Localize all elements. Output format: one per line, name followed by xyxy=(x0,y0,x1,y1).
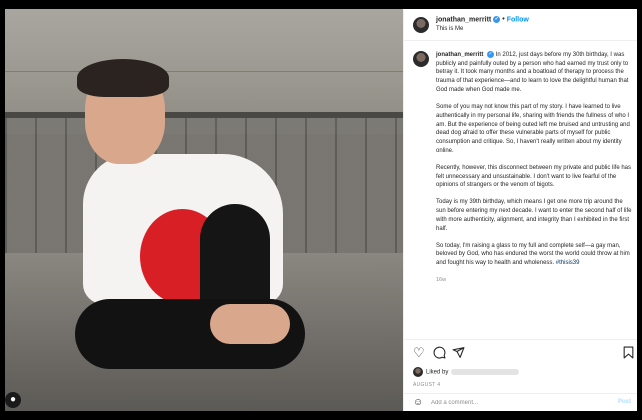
separator-dot: • xyxy=(502,16,505,24)
verified-badge-icon: ✓ xyxy=(493,16,501,23)
user-tag-icon[interactable]: ● xyxy=(5,392,21,408)
caption-paragraph-1: In 2012, just days before my 30th birthd… xyxy=(436,52,629,93)
caption-avatar[interactable] xyxy=(413,51,429,67)
liker-avatar[interactable] xyxy=(413,367,423,377)
heart-icon[interactable]: ♡ xyxy=(413,346,425,359)
emoji-icon[interactable]: ☺ xyxy=(413,397,423,408)
author-avatar[interactable] xyxy=(413,17,429,33)
author-username[interactable]: jonathan_merritt xyxy=(436,16,491,23)
bookmark-icon[interactable] xyxy=(623,346,634,361)
caption-paragraph-5: So today, I'm raising a glass to my full… xyxy=(436,242,630,267)
post-date: AUGUST 4 xyxy=(413,382,441,388)
caption-paragraph-2: Some of you may not know this part of my… xyxy=(436,104,630,154)
post-subtitle: This is Me xyxy=(436,26,464,32)
comment-icon[interactable] xyxy=(433,346,446,361)
comment-input[interactable] xyxy=(431,398,611,408)
caption-paragraph-3: Recently, however, this disconnect betwe… xyxy=(436,164,631,189)
post-modal: ● jonathan_merritt ✓ • Follow This is Me jo… xyxy=(5,9,637,411)
post-header: jonathan_merritt ✓ • Follow This is Me xyxy=(404,9,637,41)
post-photo[interactable]: ● xyxy=(5,9,403,411)
caption-username[interactable]: jonathan_merritt xyxy=(436,52,483,58)
share-icon[interactable] xyxy=(452,346,465,361)
photo-person-hair xyxy=(77,59,169,97)
hashtag-link[interactable]: #thisis39 xyxy=(556,260,580,266)
comment-bar: ☺ Post xyxy=(404,393,637,411)
liked-by-line: Liked by xyxy=(413,367,520,377)
author-line: jonathan_merritt ✓ • Follow xyxy=(436,16,529,23)
liked-by-label: Liked by xyxy=(426,369,449,376)
follow-button[interactable]: Follow xyxy=(507,16,529,23)
post-side-panel: jonathan_merritt ✓ • Follow This is Me jona… xyxy=(403,9,637,411)
liked-by-names-blurred[interactable] xyxy=(451,369,520,375)
caption-paragraph-4: Today is my 39th birthday, which means I… xyxy=(436,199,632,232)
caption-area: jonathan_merritt ✓ In 2012, just days be… xyxy=(404,42,637,320)
action-bar: ♡ xyxy=(404,339,637,365)
verified-badge-icon: ✓ xyxy=(487,51,495,58)
photo-person-hand xyxy=(210,304,290,344)
caption-timestamp: 16w xyxy=(436,277,447,284)
post-comment-button[interactable]: Post xyxy=(618,399,631,405)
caption-text: jonathan_merritt ✓ In 2012, just days be… xyxy=(436,51,632,294)
